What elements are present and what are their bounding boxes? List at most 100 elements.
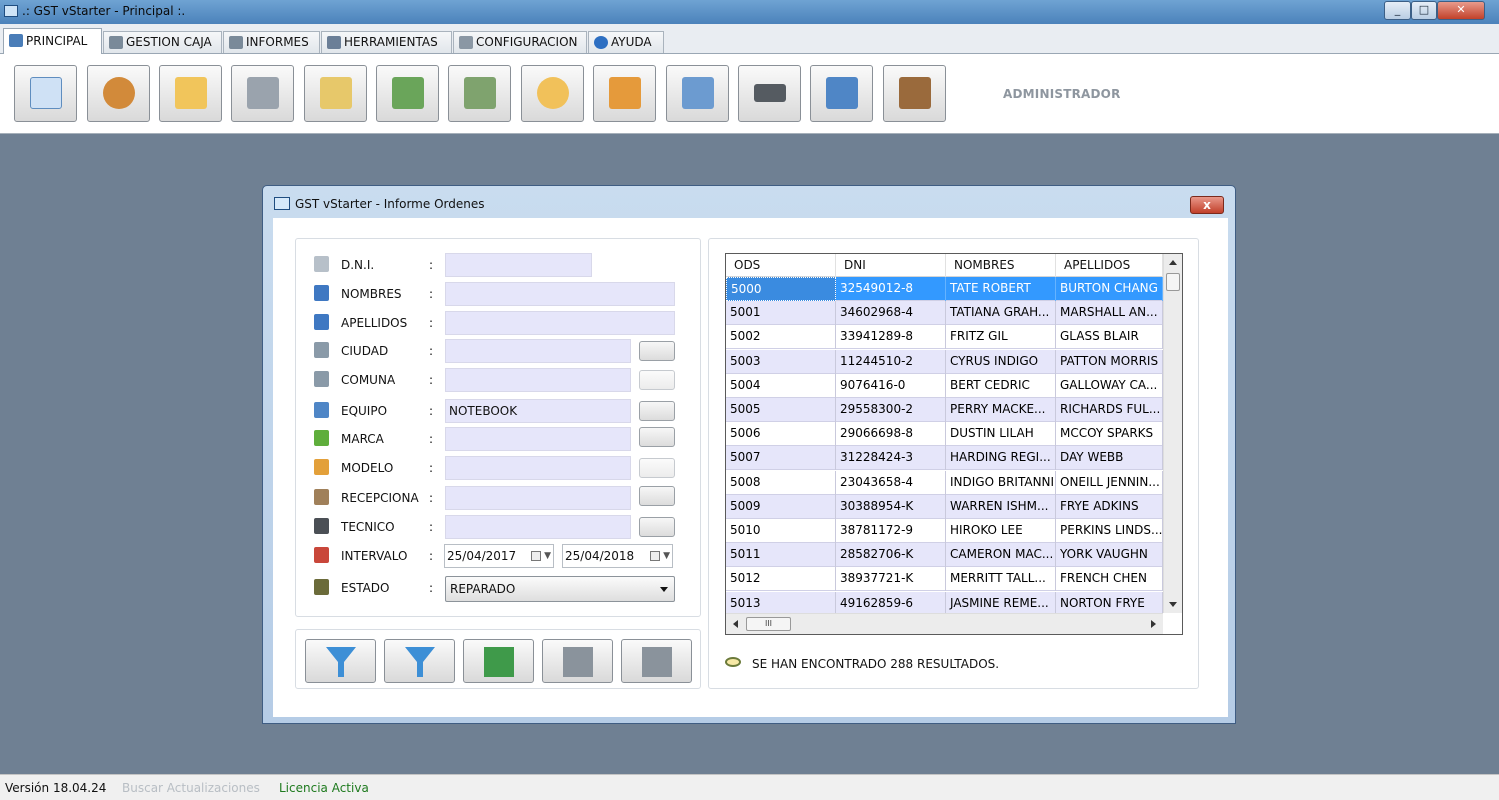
print-button[interactable] xyxy=(542,639,613,683)
table-row[interactable]: 5005 29558300-2 PERRY MACKE... RICHARDS FUL… xyxy=(726,398,1163,422)
printer-icon xyxy=(563,647,593,677)
marca-select-button[interactable] xyxy=(639,427,675,447)
equipo-field[interactable]: NOTEBOOK xyxy=(445,399,631,423)
clients-button[interactable] xyxy=(87,65,150,122)
ribbon-tabs: PRINCIPAL GESTION CAJA INFORMES HERRAMIE… xyxy=(0,24,1499,54)
column-header-dni[interactable]: DNI xyxy=(836,254,946,277)
printer-icon xyxy=(229,36,243,49)
clear-filter-button[interactable] xyxy=(384,639,455,683)
table-cell-nombres: HIROKO LEE xyxy=(946,519,1056,543)
cash-register-icon xyxy=(109,36,123,49)
maximize-button[interactable]: □ xyxy=(1411,1,1437,20)
close-button[interactable]: ✕ xyxy=(1437,1,1485,20)
comuna-field[interactable] xyxy=(445,368,631,392)
column-header-apellidos[interactable]: APELLIDOS xyxy=(1056,254,1163,277)
check-updates-link[interactable]: Buscar Actualizaciones xyxy=(122,781,260,795)
table-row[interactable]: 5002 33941289-8 FRITZ GIL GLASS BLAIR xyxy=(726,325,1163,350)
excel-export-icon xyxy=(484,647,514,677)
table-row[interactable]: 5007 31228424-3 HARDING REGI... DAY WEBB xyxy=(726,446,1163,471)
open-button[interactable] xyxy=(159,65,222,122)
search-button[interactable] xyxy=(304,65,367,122)
dialog-close-button[interactable]: x xyxy=(1190,196,1224,214)
column-header-ods[interactable]: ODS xyxy=(726,254,836,277)
table-row[interactable]: 5001 34602968-4 TATIANA GRAH... MARSHALL AN… xyxy=(726,301,1163,326)
table-row[interactable]: 5006 29066698-8 DUSTIN LILAH MCCOY SPARKS xyxy=(726,422,1163,447)
tab-herramientas[interactable]: HERRAMIENTAS xyxy=(321,31,452,53)
apellidos-field[interactable] xyxy=(445,311,675,335)
print-detail-button[interactable] xyxy=(621,639,692,683)
minimize-button[interactable]: _ xyxy=(1384,1,1411,20)
export-excel-button[interactable] xyxy=(463,639,534,683)
messages-button[interactable] xyxy=(521,65,584,122)
table-cell-dni: 34602968-4 xyxy=(836,301,946,326)
table-row[interactable]: 5003 11244510-2 CYRUS INDIGO PATTON MORRIS xyxy=(726,349,1163,374)
estado-select[interactable]: REPARADO xyxy=(445,576,675,602)
marca-field[interactable] xyxy=(445,427,631,451)
exit-button[interactable] xyxy=(883,65,946,122)
scroll-left-icon[interactable] xyxy=(733,620,738,628)
dialog-body: D.N.I. : NOMBRES : APELLIDOS : CIUDAD : xyxy=(273,218,1228,717)
recepciona-field[interactable] xyxy=(445,486,631,510)
column-header-nombres[interactable]: NOMBRES xyxy=(946,254,1056,277)
table-row[interactable]: 5009 30388954-K WARREN ISHM... FRYE ADKINS xyxy=(726,494,1163,519)
date-from-picker[interactable]: 25/04/2017 ▼ xyxy=(444,544,554,568)
user-icon xyxy=(314,314,329,330)
tab-ayuda[interactable]: AYUDA xyxy=(588,31,664,53)
eye-icon xyxy=(725,657,741,667)
recepciona-select-button[interactable] xyxy=(639,486,675,506)
colon: : xyxy=(429,549,434,563)
home-icon xyxy=(9,34,23,47)
ciudad-field[interactable] xyxy=(445,339,631,363)
scroll-down-icon[interactable] xyxy=(1169,602,1177,607)
funnel-clear-icon xyxy=(405,647,435,677)
tab-configuracion[interactable]: CONFIGURACION xyxy=(453,31,587,53)
gun-icon xyxy=(754,84,786,102)
table-row[interactable]: 5012 38937721-K MERRITT TALL... FRENCH CHEN xyxy=(726,567,1163,592)
table-row[interactable]: 5008 23043658-4 INDIGO BRITANNI ONEILL JENN… xyxy=(726,470,1163,495)
tab-principal[interactable]: PRINCIPAL xyxy=(3,28,102,54)
chevron-down-icon: ▼ xyxy=(663,551,670,561)
tecnico-select-button[interactable] xyxy=(639,517,675,537)
id-card-button[interactable] xyxy=(666,65,729,122)
dni-field[interactable] xyxy=(445,253,592,277)
app-icon xyxy=(274,197,290,210)
nombres-field[interactable] xyxy=(445,282,675,306)
new-button[interactable] xyxy=(14,65,77,122)
tecnico-field[interactable] xyxy=(445,515,631,539)
table-row[interactable]: 5010 38781172-9 HIROKO LEE PERKINS LINDS... xyxy=(726,519,1163,543)
income-button[interactable] xyxy=(376,65,439,122)
table-row[interactable]: 5013 49162859-6 JASMINE REME... NORTON FRYE xyxy=(726,591,1163,616)
table-cell-ods: 5009 xyxy=(726,494,836,519)
equipo-select-button[interactable] xyxy=(639,401,675,421)
remote-access-button[interactable] xyxy=(810,65,873,122)
scroll-up-icon[interactable] xyxy=(1169,260,1177,265)
gun-button[interactable] xyxy=(738,65,801,122)
tab-informes[interactable]: INFORMES xyxy=(223,31,320,53)
horizontal-scrollbar[interactable]: III xyxy=(726,613,1163,634)
table-row[interactable]: 5000 32549012-8 TATE ROBERT BURTON CHANG xyxy=(726,277,1163,301)
colon: : xyxy=(429,373,434,387)
delivery-button[interactable] xyxy=(593,65,656,122)
informe-ordenes-dialog: GST vStarter - Informe Ordenes x D.N.I. … xyxy=(262,185,1236,724)
filter-button[interactable] xyxy=(305,639,376,683)
print-toolbar-button[interactable] xyxy=(231,65,294,122)
modelo-select-button[interactable] xyxy=(639,458,675,478)
table-row[interactable]: 5004 9076416-0 BERT CEDRIC GALLOWAY CA... xyxy=(726,373,1163,398)
expense-button[interactable] xyxy=(448,65,511,122)
comuna-select-button[interactable] xyxy=(639,370,675,390)
date-to-picker[interactable]: 25/04/2018 ▼ xyxy=(562,544,673,568)
tab-label: PRINCIPAL xyxy=(26,34,88,48)
results-grid[interactable]: ODS DNI NOMBRES APELLIDOS 5000 32549012-8… xyxy=(725,253,1183,635)
scroll-right-icon[interactable] xyxy=(1151,620,1156,628)
modelo-field[interactable] xyxy=(445,456,631,480)
scroll-thumb[interactable] xyxy=(1166,273,1180,291)
table-row[interactable]: 5011 28582706-K CAMERON MAC... YORK VAUGHN xyxy=(726,543,1163,568)
colon: : xyxy=(429,432,434,446)
table-cell-ods: 5006 xyxy=(726,422,836,447)
scroll-thumb[interactable]: III xyxy=(746,617,791,631)
modelo-label: MODELO xyxy=(341,461,394,475)
ciudad-select-button[interactable] xyxy=(639,341,675,361)
vertical-scrollbar[interactable] xyxy=(1163,254,1182,613)
table-cell-nombres: MERRITT TALL... xyxy=(946,567,1056,592)
tab-gestion-caja[interactable]: GESTION CAJA xyxy=(103,31,222,53)
